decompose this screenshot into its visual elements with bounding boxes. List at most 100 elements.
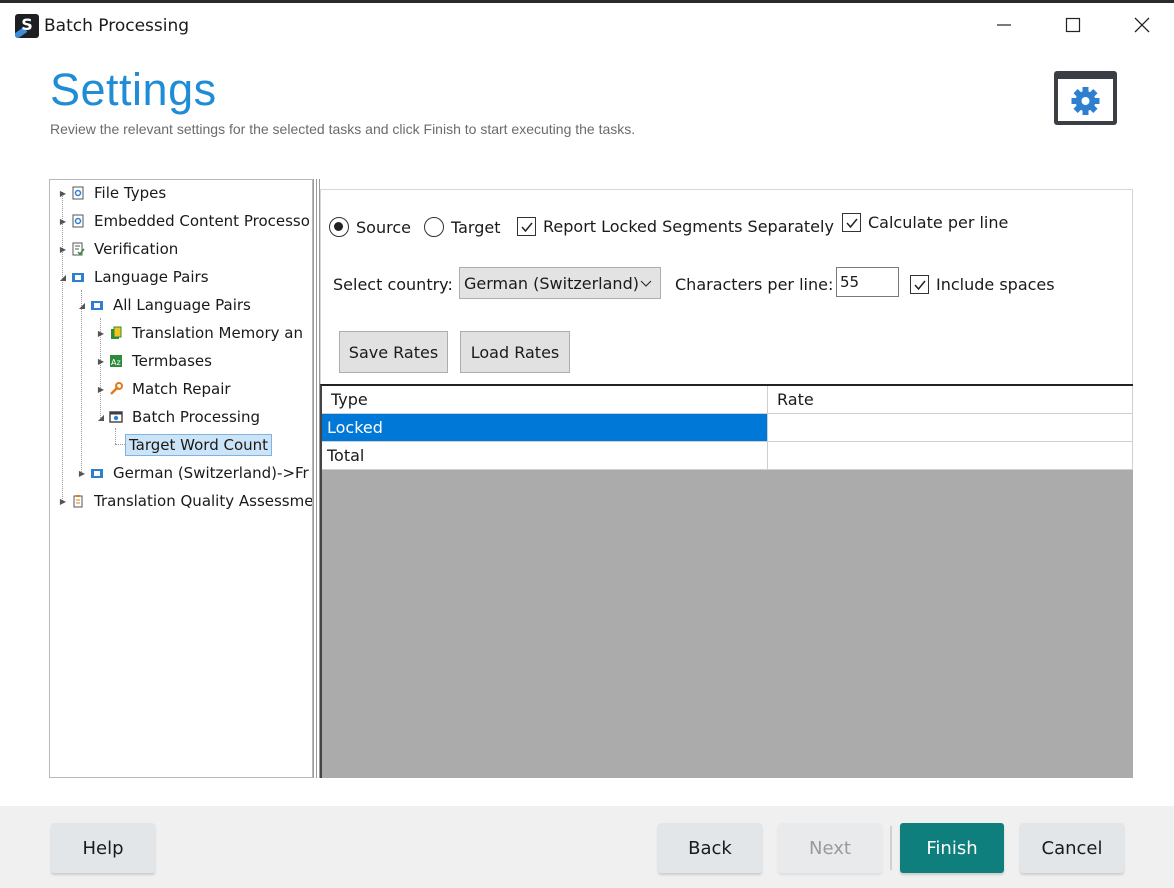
tree-item-translation-quality-assessment[interactable]: ▶ Translation Quality Assessme xyxy=(57,489,313,513)
rate-cell[interactable] xyxy=(768,414,1133,442)
report-locked-checkbox[interactable]: Report Locked Segments Separately xyxy=(517,217,834,236)
load-rates-button[interactable]: Load Rates xyxy=(460,331,570,373)
radio-unselected-indicator xyxy=(424,217,444,237)
tree-item-label: Translation Memory an xyxy=(132,324,303,342)
settings-gear-icon xyxy=(1053,70,1118,126)
column-header-type[interactable]: Type xyxy=(322,386,768,414)
tree-item-label: File Types xyxy=(94,184,167,202)
checkmark-icon xyxy=(910,275,929,294)
file-types-icon xyxy=(72,186,84,200)
tree-item-german-switzerland-pair[interactable]: ▶ German (Switzerland)->Fr xyxy=(76,461,312,485)
select-country-label: Select country: xyxy=(333,275,453,294)
page-title: Settings xyxy=(50,64,217,115)
expand-arrow-icon[interactable]: ▶ xyxy=(57,495,69,507)
characters-per-line-input[interactable] xyxy=(836,267,899,297)
checkmark-icon xyxy=(842,213,861,232)
tree-item-label: Match Repair xyxy=(132,380,231,398)
save-rates-button[interactable]: Save Rates xyxy=(339,331,448,373)
rate-cell[interactable] xyxy=(768,442,1133,470)
tree-item-label: Verification xyxy=(94,240,179,258)
page-subtitle: Review the relevant settings for the sel… xyxy=(50,121,636,137)
collapse-arrow-icon[interactable]: ◢ xyxy=(76,299,88,311)
tree-item-label: Translation Quality Assessme xyxy=(94,492,313,510)
tree-item-label: Embedded Content Processo xyxy=(94,212,310,230)
maximize-icon xyxy=(1065,17,1081,33)
tree-item-termbases[interactable]: ▶ Az Termbases xyxy=(95,349,215,373)
footer-divider xyxy=(890,826,892,870)
rates-grid[interactable]: Type Rate Locked Total xyxy=(320,384,1133,778)
expand-arrow-icon[interactable]: ▶ xyxy=(57,243,69,255)
type-cell[interactable]: Locked xyxy=(322,414,768,442)
expand-arrow-icon[interactable]: ▶ xyxy=(76,467,88,479)
tree-item-label: All Language Pairs xyxy=(113,296,251,314)
verification-icon xyxy=(72,242,85,256)
tree-item-file-types[interactable]: ▶ File Types xyxy=(57,181,169,205)
finish-button[interactable]: Finish xyxy=(900,823,1004,873)
window-title: Batch Processing xyxy=(44,16,190,36)
back-button[interactable]: Back xyxy=(658,823,762,873)
tree-item-label: Target Word Count xyxy=(125,434,273,456)
wrench-icon xyxy=(110,382,123,395)
collapse-arrow-icon[interactable]: ◢ xyxy=(57,271,69,283)
next-button[interactable]: Next xyxy=(778,823,882,873)
quality-assessment-icon xyxy=(73,495,83,508)
checkmark-icon xyxy=(517,217,536,236)
include-spaces-checkbox[interactable]: Include spaces xyxy=(910,275,1055,294)
settings-tree[interactable]: ▶ File Types ▶ Embedded Content Processo… xyxy=(49,179,313,778)
maximize-button[interactable] xyxy=(1039,3,1107,47)
embedded-content-icon xyxy=(72,214,84,228)
tree-item-translation-memory[interactable]: ▶ Translation Memory an xyxy=(95,321,306,345)
tree-item-label: Termbases xyxy=(132,352,212,370)
expand-arrow-icon[interactable]: ▶ xyxy=(95,327,107,339)
country-select[interactable]: German (Switzerland) xyxy=(459,267,661,299)
minimize-icon xyxy=(997,24,1011,26)
characters-per-line-label: Characters per line: xyxy=(675,275,834,294)
expand-arrow-icon[interactable]: ▶ xyxy=(57,187,69,199)
tree-item-language-pairs[interactable]: ◢ Language Pairs xyxy=(57,265,212,289)
language-pair-icon xyxy=(91,469,103,478)
title-bar[interactable]: S Batch Processing xyxy=(0,3,1174,47)
expand-arrow-icon[interactable]: ▶ xyxy=(95,355,107,367)
country-select-value: German (Switzerland) xyxy=(464,273,639,293)
close-window-button[interactable] xyxy=(1108,3,1174,47)
table-row[interactable]: Locked xyxy=(322,414,1133,442)
include-spaces-label: Include spaces xyxy=(936,275,1055,294)
tree-item-match-repair[interactable]: ▶ Match Repair xyxy=(95,377,234,401)
language-pairs-icon xyxy=(72,273,84,282)
help-button[interactable]: Help xyxy=(51,823,155,873)
report-locked-label: Report Locked Segments Separately xyxy=(543,217,834,236)
type-cell[interactable]: Total xyxy=(322,442,768,470)
tree-item-label: Language Pairs xyxy=(94,268,209,286)
column-header-rate[interactable]: Rate xyxy=(768,386,1133,414)
calculate-per-line-checkbox[interactable]: Calculate per line xyxy=(842,213,1008,232)
tree-item-label: German (Switzerland)->Fr xyxy=(113,464,309,482)
radio-selected-indicator xyxy=(329,217,349,237)
tree-item-target-word-count[interactable]: Target Word Count xyxy=(125,433,273,457)
minimize-button[interactable] xyxy=(970,3,1038,47)
expand-arrow-icon[interactable]: ▶ xyxy=(95,383,107,395)
tree-item-batch-processing[interactable]: ◢ Batch Processing xyxy=(95,405,263,429)
expand-arrow-icon[interactable]: ▶ xyxy=(57,215,69,227)
table-row[interactable]: Total xyxy=(322,442,1133,470)
chevron-down-icon xyxy=(640,280,652,287)
panel-splitter[interactable] xyxy=(313,179,320,778)
termbase-icon: Az xyxy=(110,355,122,367)
tree-item-verification[interactable]: ▶ Verification xyxy=(57,237,181,261)
grid-header-row: Type Rate xyxy=(322,386,1133,414)
collapse-arrow-icon[interactable]: ◢ xyxy=(95,411,107,423)
svg-text:Az: Az xyxy=(111,358,121,367)
translation-memory-icon xyxy=(111,326,122,339)
calculate-per-line-label: Calculate per line xyxy=(868,213,1009,232)
source-radio[interactable]: Source xyxy=(329,217,411,237)
tree-item-all-language-pairs[interactable]: ◢ All Language Pairs xyxy=(76,293,254,317)
app-logo-icon: S xyxy=(15,14,39,38)
source-radio-label: Source xyxy=(356,217,411,237)
language-pair-icon xyxy=(91,301,103,310)
close-icon xyxy=(1134,17,1150,33)
tree-item-label: Batch Processing xyxy=(132,408,260,426)
batch-processing-icon xyxy=(109,411,123,423)
cancel-button[interactable]: Cancel xyxy=(1020,823,1124,873)
target-radio-label: Target xyxy=(451,217,501,237)
target-radio[interactable]: Target xyxy=(424,217,501,237)
tree-item-embedded-content[interactable]: ▶ Embedded Content Processo xyxy=(57,209,312,233)
